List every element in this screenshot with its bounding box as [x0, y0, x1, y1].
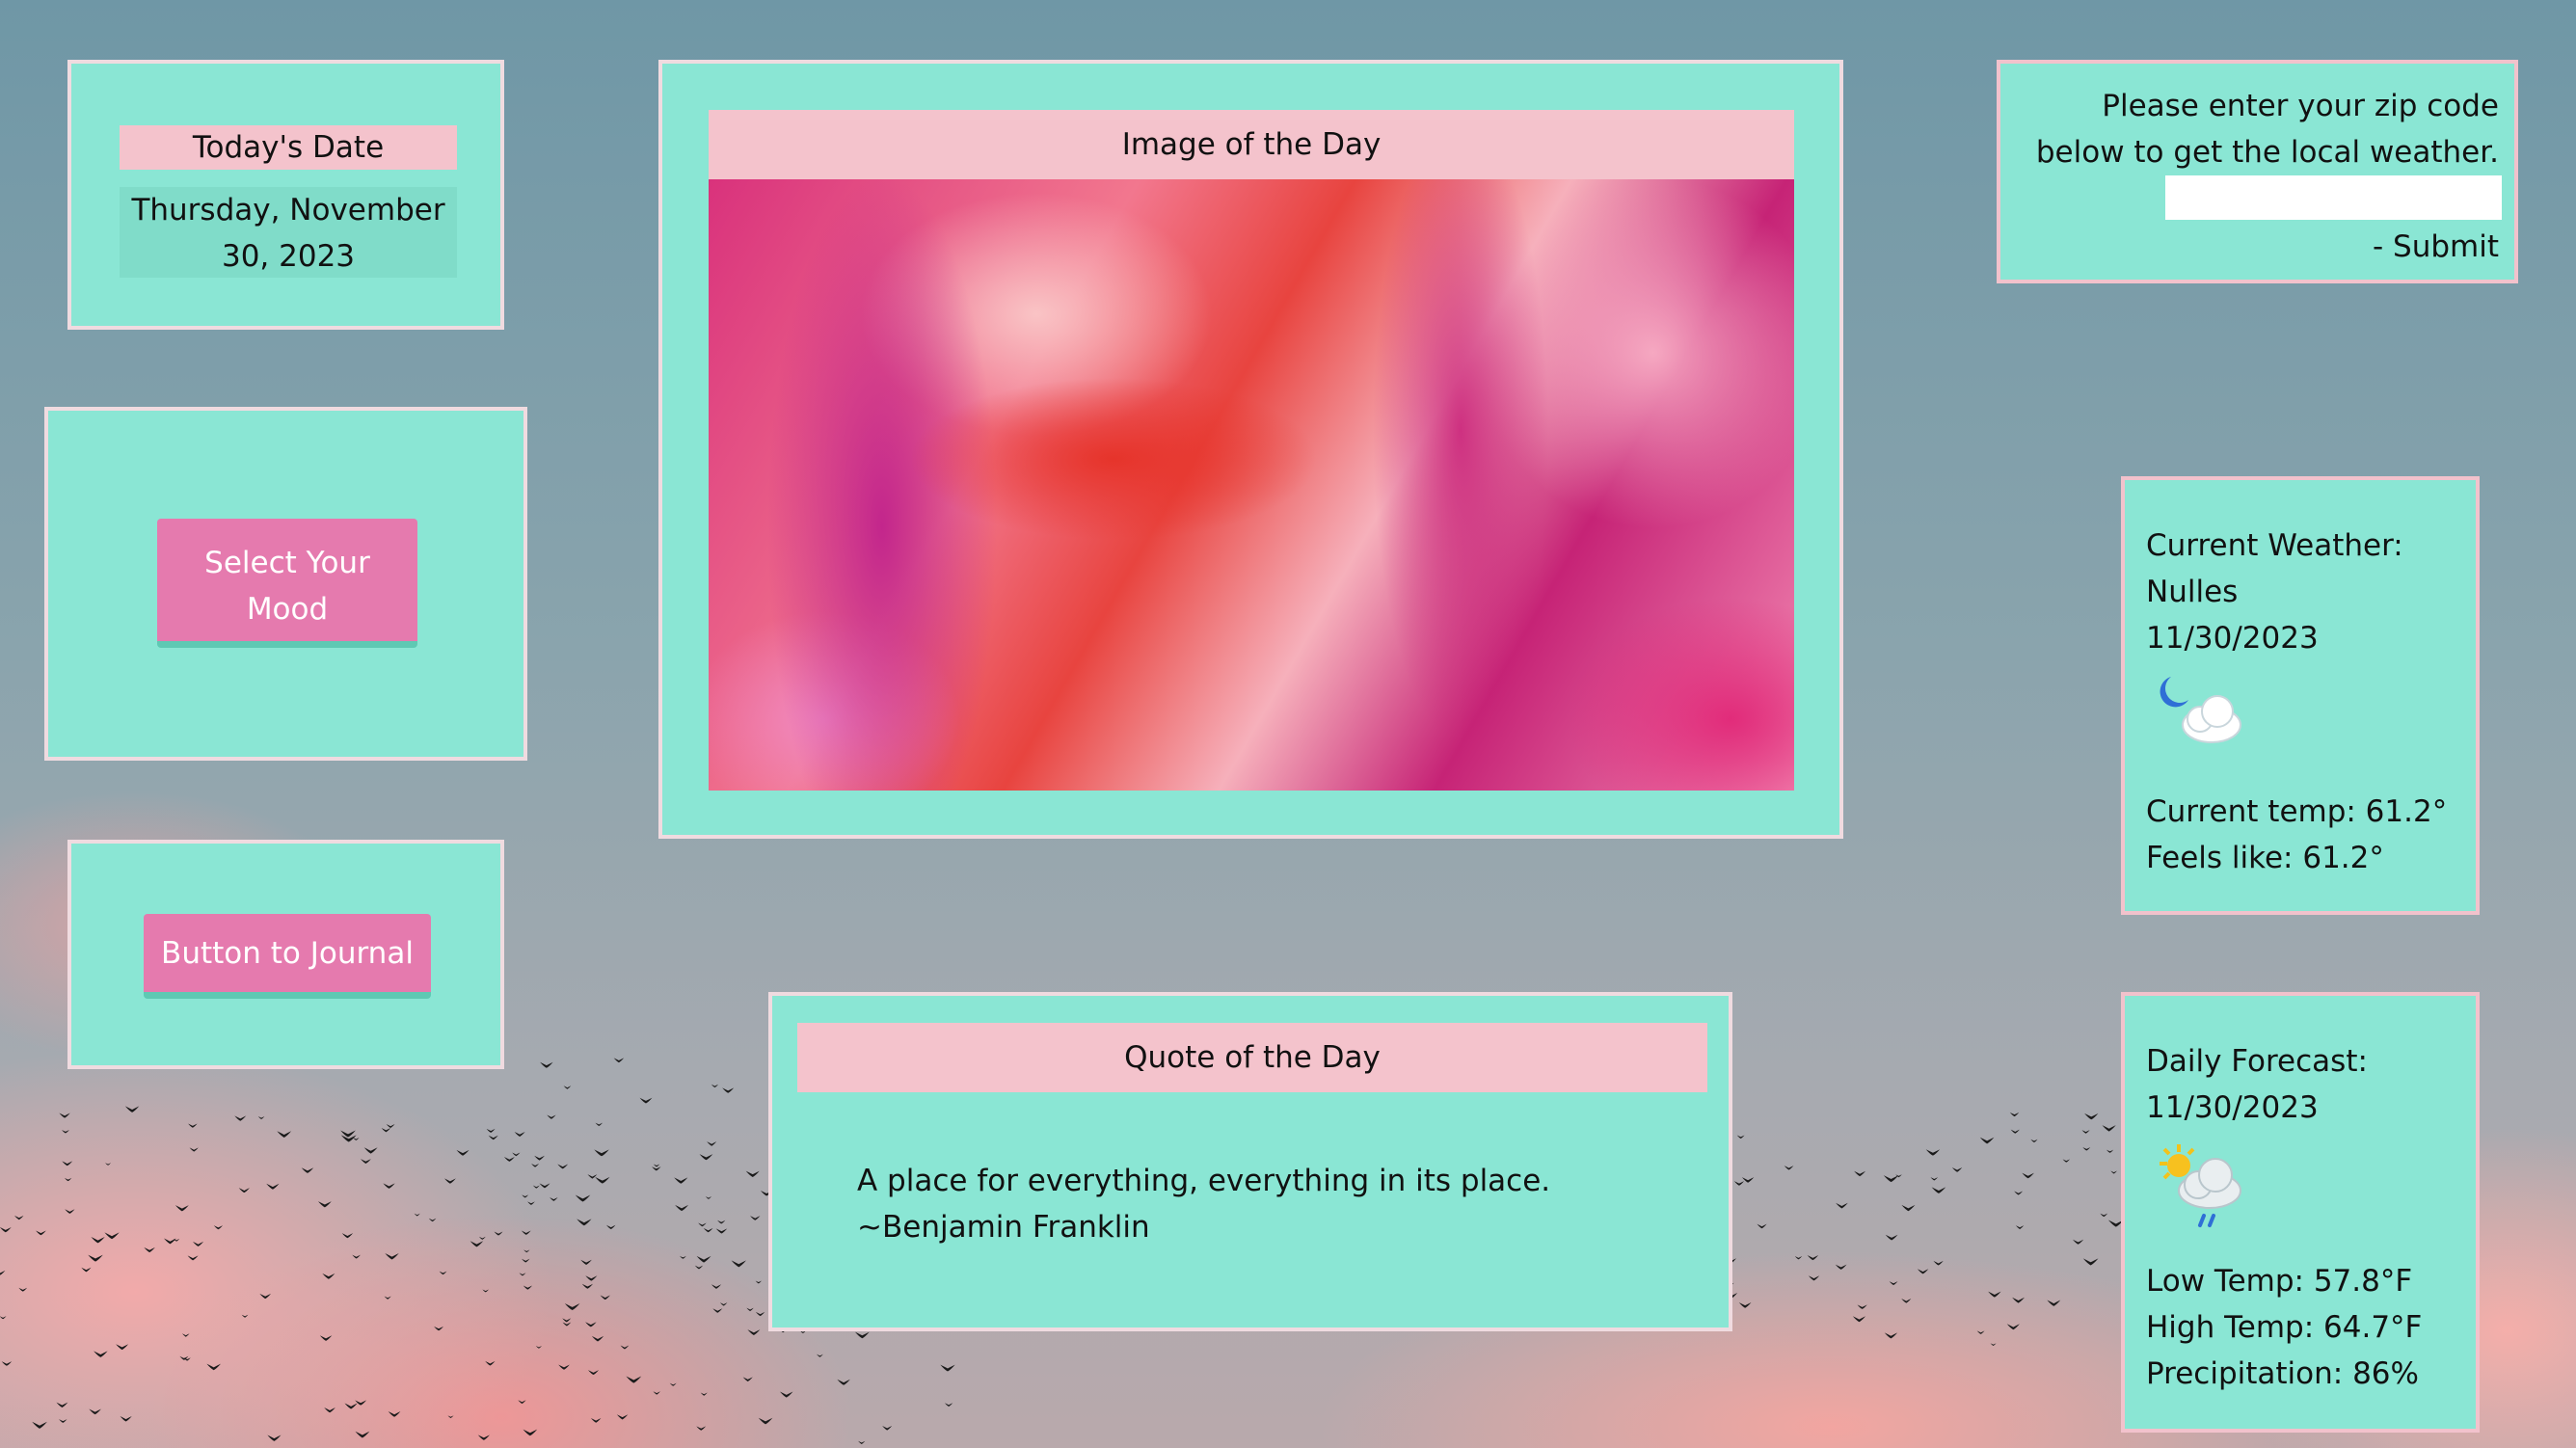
- date-card: Today's Date Thursday, November 30, 2023: [67, 60, 504, 330]
- quote-text: A place for everything, everything in it…: [857, 1164, 1551, 1245]
- forecast-date: 11/30/2023: [2146, 1090, 2319, 1125]
- weather-city: Nulles: [2146, 575, 2239, 609]
- date-card-title: Today's Date: [120, 125, 457, 170]
- current-date: Thursday, November 30, 2023: [120, 187, 457, 278]
- night-cloudy-icon: [2160, 677, 2241, 743]
- image-of-the-day: [709, 179, 1794, 791]
- zip-prompt: Please enter your zip code below to get …: [2035, 89, 2499, 170]
- zip-code-input[interactable]: [2165, 175, 2502, 220]
- journal-card: Button to Journal: [67, 840, 504, 1069]
- current-weather-heading: Current Weather:: [2146, 528, 2403, 563]
- image-of-the-day-card: Image of the Day: [658, 60, 1843, 839]
- image-card-title: Image of the Day: [709, 110, 1794, 179]
- feels-like: Feels like: 61.2°: [2146, 841, 2384, 875]
- forecast-heading: Daily Forecast:: [2146, 1044, 2368, 1079]
- submit-button[interactable]: - Submit: [2373, 224, 2499, 270]
- daily-forecast-card: Daily Forecast: 11/30/2023 Low Temp: 57.…: [2121, 992, 2480, 1433]
- current-temp: Current temp: 61.2°: [2146, 794, 2448, 829]
- quote-of-the-day-card: Quote of the Day A place for everything,…: [768, 992, 1732, 1331]
- partly-sunny-rain-icon: [2160, 1144, 2241, 1227]
- zip-code-card: Please enter your zip code below to get …: [1997, 60, 2518, 283]
- select-mood-button[interactable]: Select Your Mood: [157, 519, 417, 648]
- precipitation: Precipitation: 86%: [2146, 1356, 2419, 1391]
- mood-card: Select Your Mood: [44, 407, 527, 761]
- quote-card-title: Quote of the Day: [797, 1023, 1707, 1092]
- weather-date: 11/30/2023: [2146, 621, 2319, 656]
- current-weather-card: Current Weather: Nulles 11/30/2023 Curre…: [2121, 476, 2480, 915]
- high-temp: High Temp: 64.7°F: [2146, 1310, 2423, 1345]
- journal-button[interactable]: Button to Journal: [144, 914, 431, 999]
- low-temp: Low Temp: 57.8°F: [2146, 1264, 2413, 1299]
